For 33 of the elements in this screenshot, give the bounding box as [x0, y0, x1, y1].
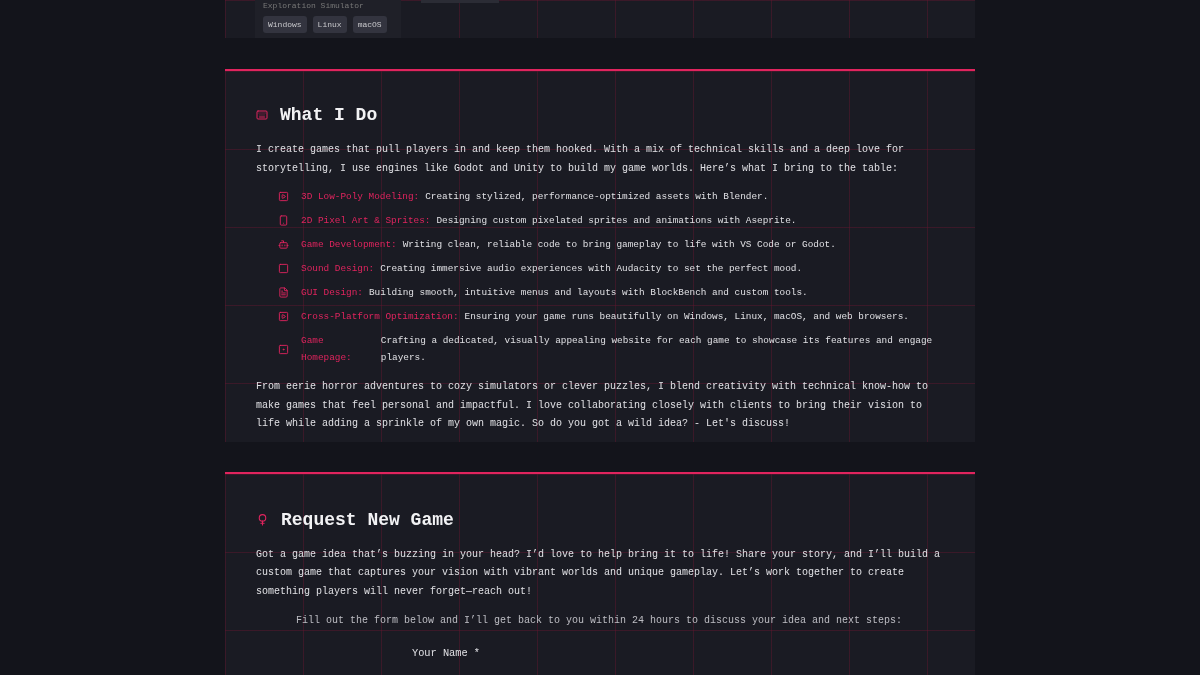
skill-description: Designing custom pixelated sprites and animations with Aseprite. — [436, 214, 797, 228]
skill-label: Sound Design: — [301, 262, 375, 276]
skill-description: Creating stylized, performance-optimized assets with Blender. — [425, 190, 769, 204]
skill-label: 3D Low-Poly Modeling: — [301, 190, 420, 204]
skill-description: Building smooth, intuitive menus and layouts with BlockBench and custom tools. — [368, 286, 808, 300]
platform-tag: Linux — [312, 16, 347, 33]
skill-description: Ensuring your game runs beautifully on Windows, Linux, macOS, and web browsers. — [464, 310, 909, 324]
platform-tag: macOS — [352, 16, 387, 33]
form-note: Fill out the form below and I’ll get back to you within 24 hours to discuss your idea and next steps: — [296, 614, 904, 628]
section-heading: Request New Game — [281, 509, 454, 530]
intro-paragraph: Got a game idea that’s buzzing in your head? I’d love to help bring it to life! Share your story, and I’ll build a custom game that captures your vision with vibrant worlds and unique gameplay. Let’s work together to create something players will never forget—reach out! — [256, 547, 942, 599]
skill-description: Writing clean, reliable code to bring gameplay to life with VS Code or Godot. — [402, 238, 836, 252]
skill-label: GUI Design: — [301, 286, 363, 300]
skill-description: Crafting a dedicated, visually appealing website for each game to showcase its features and engage players. — [380, 334, 934, 365]
skill-label: Game Homepage: — [301, 334, 353, 365]
section-heading: What I Do — [280, 105, 378, 125]
venus-icon — [256, 513, 269, 526]
platform-tag: Windows — [263, 16, 307, 33]
square-play-icon — [278, 311, 289, 322]
square-icon — [278, 263, 289, 274]
skill-label: Game Development: — [301, 238, 397, 252]
skill-label: 2D Pixel Art & Sprites: — [301, 214, 431, 228]
outro-paragraph: From eerie horror adventures to cozy simulators or clever puzzles, I blend creativity with technical know-how to make games that feel personal and impactful. I love collaborating closely with clients to bring their vision to life while adding a sprinkle of my own magic. So do you got a wild idea? - Let's discuss! — [256, 380, 930, 431]
skill-label: Cross-Platform Optimization: — [301, 310, 459, 324]
document-icon — [278, 287, 289, 298]
robot-icon — [278, 239, 289, 250]
square-play-icon — [278, 191, 289, 202]
keyboard-icon — [256, 109, 268, 121]
skill-description: Creating immersive audio experiences with Audacity to set the perfect mood. — [380, 262, 803, 276]
intro-paragraph: I create games that pull players in and keep them hooked. With a mix of technical skills and a deep love for storytelling, I use engines like Godot and Unity to build my game worlds. Here’s what I bring to the table: — [256, 143, 906, 176]
project-subtitle: Exploration Simulator — [263, 0, 365, 12]
phone-icon — [278, 215, 289, 226]
field-label: Your Name * — [412, 647, 481, 659]
